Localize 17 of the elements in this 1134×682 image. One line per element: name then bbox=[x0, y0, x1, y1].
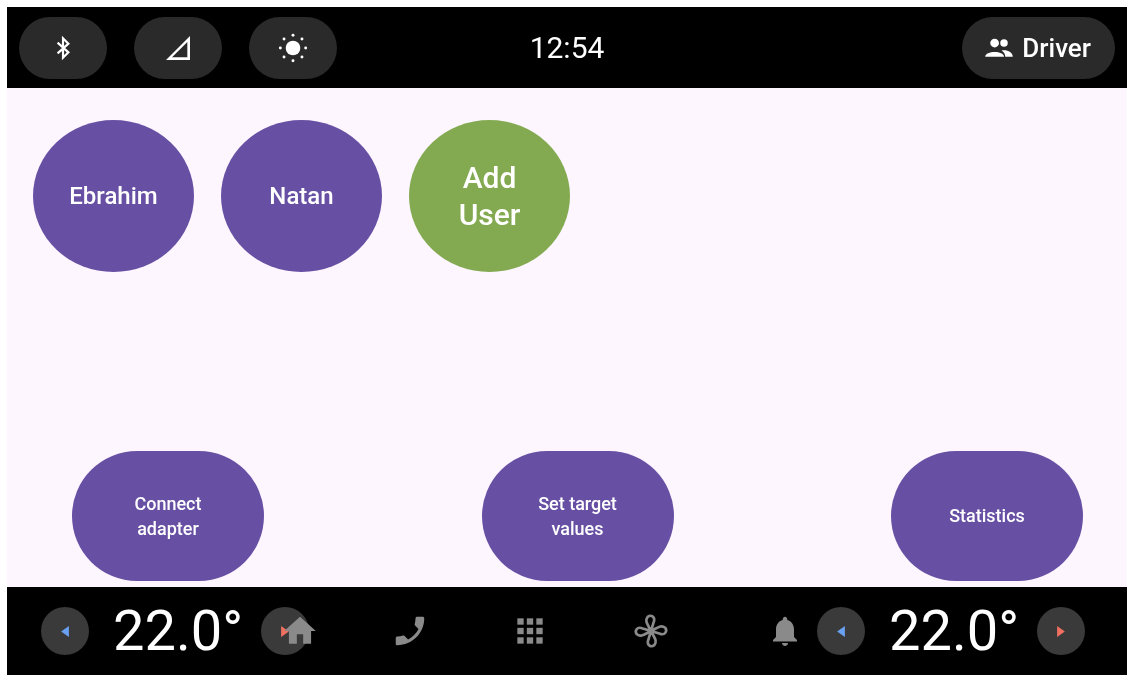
temperature-reading: 22.0° bbox=[113, 598, 244, 664]
right-arrow-icon bbox=[281, 625, 290, 637]
left-arrow-icon bbox=[61, 625, 69, 637]
clock-time: 12:54 bbox=[529, 30, 605, 65]
action-button[interactable]: Statistics bbox=[891, 451, 1083, 581]
action-button[interactable]: Connect adapter bbox=[72, 451, 264, 581]
right-arrow-icon bbox=[1057, 625, 1066, 637]
left-arrow-icon bbox=[837, 625, 846, 637]
temperature-down-button[interactable] bbox=[41, 607, 89, 655]
temperature-reading: 22.0° bbox=[889, 598, 1020, 664]
user-button[interactable]: Ebrahim bbox=[33, 120, 194, 272]
action-button[interactable]: Set target values bbox=[481, 451, 674, 581]
driver-button[interactable]: Driver bbox=[962, 16, 1115, 79]
user-button[interactable]: Natan bbox=[221, 120, 382, 272]
temperature-up-button[interactable] bbox=[1037, 607, 1086, 655]
brightness-icon bbox=[277, 31, 309, 64]
temperature-down-button[interactable] bbox=[817, 607, 866, 655]
